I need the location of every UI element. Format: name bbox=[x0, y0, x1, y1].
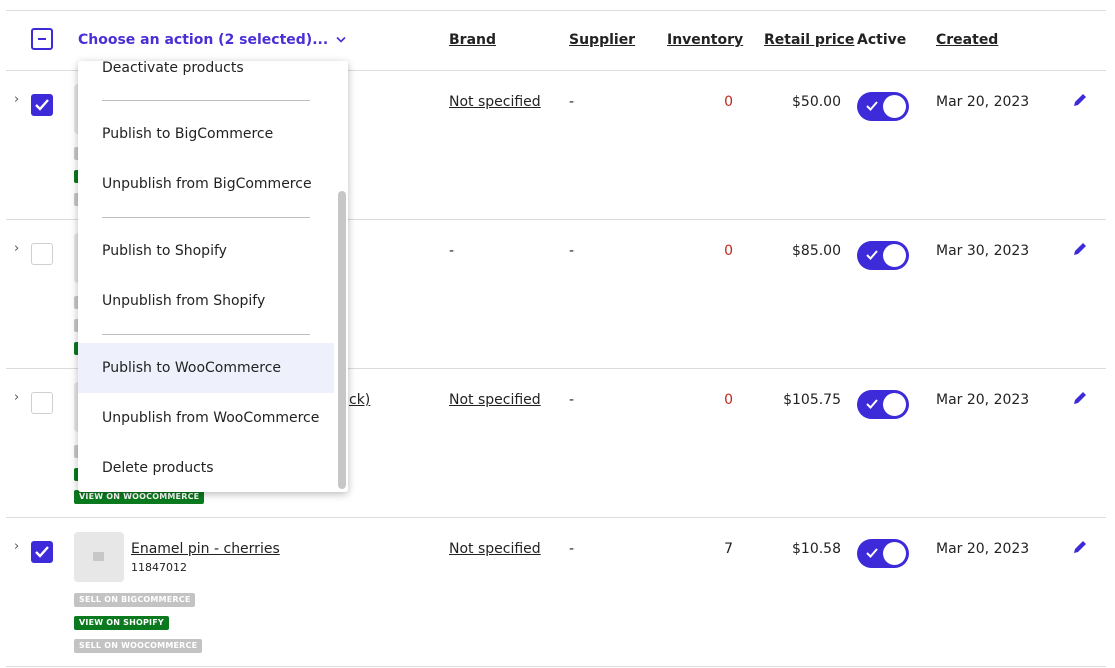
brand-cell[interactable]: Not specified bbox=[449, 541, 541, 557]
retail-price-cell: $50.00 bbox=[792, 94, 841, 110]
product-name-link[interactable]: ck) bbox=[349, 392, 370, 408]
supplier-cell: - bbox=[569, 541, 575, 557]
created-cell: Mar 20, 2023 bbox=[936, 392, 1030, 408]
table-top-border bbox=[6, 10, 1106, 11]
bulk-action-menu: Deactivate products Publish to BigCommer… bbox=[78, 61, 348, 492]
row-checkbox[interactable] bbox=[31, 94, 53, 116]
menu-scrollbar-thumb[interactable] bbox=[338, 191, 346, 489]
chevron-down-icon bbox=[336, 36, 346, 43]
brand-cell[interactable]: Not specified bbox=[449, 392, 541, 408]
column-header-supplier[interactable]: Supplier bbox=[569, 32, 635, 48]
column-header-created[interactable]: Created bbox=[936, 32, 998, 48]
retail-price-cell: $85.00 bbox=[792, 243, 841, 259]
pencil-icon[interactable] bbox=[1072, 241, 1088, 257]
menu-divider bbox=[102, 334, 310, 335]
supplier-cell: - bbox=[569, 392, 575, 408]
product-sku: 11847012 bbox=[131, 561, 187, 574]
created-cell: Mar 30, 2023 bbox=[936, 243, 1030, 259]
supplier-cell: - bbox=[569, 243, 575, 259]
retail-price-cell: $105.75 bbox=[783, 392, 841, 408]
column-header-retail-price[interactable]: Retail price bbox=[764, 32, 854, 48]
chevron-right-icon[interactable]: › bbox=[14, 539, 19, 554]
menu-divider bbox=[102, 217, 310, 218]
view-on-woocommerce-badge[interactable]: VIEW ON WOOCOMMERCE bbox=[74, 490, 205, 504]
bulk-action-label: Choose an action (2 selected)... bbox=[78, 32, 329, 48]
inventory-cell: 0 bbox=[724, 392, 733, 408]
bulk-action-dropdown[interactable]: Choose an action (2 selected)... bbox=[78, 32, 346, 48]
retail-price-cell: $10.58 bbox=[792, 541, 841, 557]
inventory-cell: 0 bbox=[724, 243, 733, 259]
check-icon bbox=[866, 399, 878, 409]
row-checkbox[interactable] bbox=[31, 392, 53, 414]
active-toggle[interactable] bbox=[857, 390, 909, 419]
sell-on-bigcommerce-badge[interactable]: SELL ON BIGCOMMERCE bbox=[74, 593, 196, 607]
select-all-checkbox[interactable] bbox=[31, 28, 53, 50]
sell-on-woocommerce-badge[interactable]: SELL ON WOOCOMMERCE bbox=[74, 639, 203, 653]
pencil-icon[interactable] bbox=[1072, 390, 1088, 406]
brand-cell[interactable]: Not specified bbox=[449, 94, 541, 110]
product-thumbnail[interactable] bbox=[74, 532, 124, 582]
menu-divider bbox=[102, 100, 310, 101]
row-checkbox[interactable] bbox=[31, 541, 53, 563]
view-on-shopify-badge[interactable]: VIEW ON SHOPIFY bbox=[74, 616, 169, 630]
menu-item-publish-woocommerce[interactable]: Publish to WooCommerce bbox=[78, 343, 334, 393]
active-toggle[interactable] bbox=[857, 92, 909, 121]
created-cell: Mar 20, 2023 bbox=[936, 94, 1030, 110]
check-icon bbox=[35, 546, 49, 558]
supplier-cell: - bbox=[569, 94, 575, 110]
check-icon bbox=[866, 101, 878, 111]
pencil-icon[interactable] bbox=[1072, 539, 1088, 555]
menu-item-unpublish-shopify[interactable]: Unpublish from Shopify bbox=[78, 276, 334, 326]
column-header-inventory[interactable]: Inventory bbox=[667, 32, 743, 48]
product-name-link[interactable]: Enamel pin - cherries bbox=[131, 541, 280, 557]
inventory-cell: 0 bbox=[724, 94, 733, 110]
row-divider bbox=[6, 666, 1106, 667]
menu-item-publish-shopify[interactable]: Publish to Shopify bbox=[78, 226, 334, 276]
inventory-cell: 7 bbox=[724, 541, 733, 557]
created-cell: Mar 20, 2023 bbox=[936, 541, 1030, 557]
active-toggle[interactable] bbox=[857, 241, 909, 270]
check-icon bbox=[35, 99, 49, 111]
brand-cell: - bbox=[449, 243, 455, 259]
check-icon bbox=[866, 250, 878, 260]
row-divider bbox=[6, 517, 1106, 518]
minus-icon bbox=[38, 38, 46, 40]
active-toggle[interactable] bbox=[857, 539, 909, 568]
chevron-right-icon[interactable]: › bbox=[14, 241, 19, 256]
column-header-active: Active bbox=[857, 32, 907, 48]
menu-item-publish-bigcommerce[interactable]: Publish to BigCommerce bbox=[78, 109, 334, 159]
column-header-brand[interactable]: Brand bbox=[449, 32, 496, 48]
menu-item-unpublish-bigcommerce[interactable]: Unpublish from BigCommerce bbox=[78, 159, 334, 209]
menu-item-delete-products[interactable]: Delete products bbox=[78, 443, 334, 492]
row-checkbox[interactable] bbox=[31, 243, 53, 265]
check-icon bbox=[866, 548, 878, 558]
chevron-right-icon[interactable]: › bbox=[14, 390, 19, 405]
menu-item-deactivate-products[interactable]: Deactivate products bbox=[78, 61, 334, 93]
menu-item-unpublish-woocommerce[interactable]: Unpublish from WooCommerce bbox=[78, 393, 334, 443]
pencil-icon[interactable] bbox=[1072, 92, 1088, 108]
chevron-right-icon[interactable]: › bbox=[14, 92, 19, 107]
